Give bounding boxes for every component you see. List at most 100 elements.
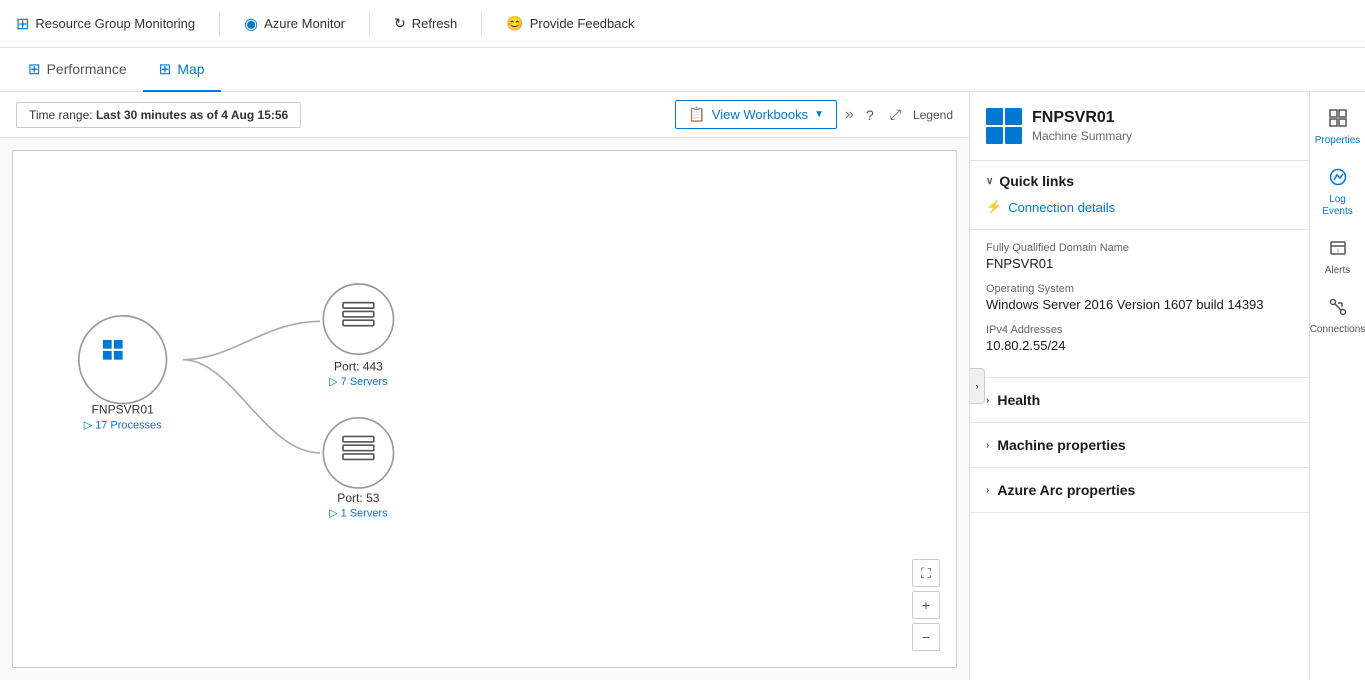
port-53-node[interactable] [323, 418, 393, 488]
log-events-side-label: Log Events [1314, 194, 1361, 218]
map-canvas: FNPSVR01 ▷ 17 Processes Port: 443 ▷ 7 Se… [12, 150, 957, 668]
port-443-node[interactable] [323, 284, 393, 354]
port-53-servers: ▷ 1 Servers [329, 507, 388, 519]
map-label: Map [177, 61, 204, 77]
view-workbooks-button[interactable]: 📋 View Workbooks ▼ [675, 100, 837, 129]
divider2 [369, 12, 370, 36]
win-q2 [1005, 108, 1022, 125]
time-range-label: Time range: [29, 108, 93, 122]
line-to-53 [183, 360, 320, 453]
chevron-right-icon: › [976, 381, 979, 391]
main-content: Time range: Last 30 minutes as of 4 Aug … [0, 92, 1365, 680]
win-logo-br [114, 351, 123, 360]
machine-props-arrow-icon: › [986, 440, 989, 451]
fqdn-value: FNPSVR01 [986, 256, 1293, 271]
view-workbooks-label: View Workbooks [712, 107, 808, 122]
ipv4-field: IPv4 Addresses 10.80.2.55/24 [986, 324, 1293, 353]
windows-logo [986, 108, 1022, 144]
ipv4-value: 10.80.2.55/24 [986, 338, 1293, 353]
quick-links-header: ∨ Quick links [986, 173, 1293, 189]
quick-links-label: Quick links [999, 173, 1074, 189]
connection-details-link[interactable]: ⚡ Connection details [986, 197, 1293, 217]
connection-details-label: Connection details [1008, 200, 1115, 215]
feedback-icon: 😊 [506, 15, 523, 32]
ipv4-label: IPv4 Addresses [986, 324, 1293, 336]
map-icon: ⊞ [159, 60, 172, 78]
server-name-label: FNPSVR01 [92, 402, 155, 416]
port-443-label: Port: 443 [334, 360, 383, 374]
top-bar: ⊞ Resource Group Monitoring ◉ Azure Moni… [0, 0, 1365, 48]
time-range-button[interactable]: Time range: Last 30 minutes as of 4 Aug … [16, 102, 301, 128]
map-controls: ⛶ + − [912, 559, 940, 651]
feedback-label: Provide Feedback [530, 16, 635, 31]
tab-map[interactable]: ⊞ Map [143, 48, 221, 92]
azure-monitor-link[interactable]: ◉ Azure Monitor [240, 14, 349, 34]
refresh-label: Refresh [412, 16, 458, 31]
refresh-button[interactable]: ↻ Refresh [390, 15, 461, 32]
win-q1 [986, 108, 1003, 125]
azure-monitor-label: Azure Monitor [264, 16, 345, 31]
win-q4 [1005, 127, 1022, 144]
divider [219, 12, 220, 36]
help-icon[interactable]: ? [862, 103, 878, 127]
time-range-value: Last 30 minutes as of 4 Aug 15:56 [96, 108, 288, 122]
log-events-side-button[interactable]: Log Events [1310, 159, 1365, 226]
performance-icon: ⊞ [28, 60, 41, 78]
port-53-label: Port: 53 [337, 491, 379, 505]
panel-expand-button[interactable]: › [969, 368, 985, 404]
azure-monitor-icon: ◉ [244, 14, 258, 34]
win-q3 [986, 127, 1003, 144]
health-section[interactable]: › Health [970, 378, 1309, 423]
side-icons-panel: Properties Log Events ! [1309, 92, 1365, 680]
port-443-servers: ▷ 7 Servers [329, 376, 388, 388]
tab-performance[interactable]: ⊞ Performance [12, 48, 143, 92]
map-toolbar-right: 📋 View Workbooks ▼ » ? ⤢ Legend [675, 100, 953, 129]
connections-icon [1328, 297, 1348, 322]
machine-details-section: Fully Qualified Domain Name FNPSVR01 Ope… [970, 230, 1309, 378]
azure-arc-label: Azure Arc properties [997, 482, 1135, 498]
quick-links-section: ∨ Quick links ⚡ Connection details [970, 161, 1309, 230]
fit-view-button[interactable]: ⛶ [912, 559, 940, 587]
connections-side-button[interactable]: Connections [1310, 289, 1365, 344]
app-title: Resource Group Monitoring [35, 16, 195, 31]
azure-arc-arrow-icon: › [986, 485, 989, 496]
machine-properties-section[interactable]: › Machine properties [970, 423, 1309, 468]
os-label: Operating System [986, 283, 1293, 295]
feedback-button[interactable]: 😊 Provide Feedback [502, 15, 638, 32]
workbooks-icon: 📋 [688, 106, 705, 123]
panel-header: FNPSVR01 Machine Summary [970, 92, 1309, 161]
refresh-icon: ↻ [394, 15, 406, 32]
map-area: Time range: Last 30 minutes as of 4 Aug … [0, 92, 969, 680]
machine-name: FNPSVR01 [1032, 109, 1132, 127]
dropdown-arrow-icon: ▼ [814, 109, 824, 120]
fullscreen-icon[interactable]: ⤢ [886, 102, 905, 127]
server-processes-label: ▷ 17 Processes [84, 420, 162, 432]
win-logo-tl [103, 340, 112, 349]
fqdn-label: Fully Qualified Domain Name [986, 242, 1293, 254]
win-logo-bl [103, 351, 112, 360]
quick-links-chevron: ∨ [986, 176, 993, 187]
plug-icon: ⚡ [986, 199, 1002, 215]
network-map: FNPSVR01 ▷ 17 Processes Port: 443 ▷ 7 Se… [13, 151, 956, 667]
resource-group-monitoring-link[interactable]: ⊞ Resource Group Monitoring [12, 14, 199, 34]
connections-side-label: Connections [1310, 324, 1365, 336]
properties-side-label: Properties [1315, 135, 1361, 147]
properties-icon [1328, 108, 1348, 133]
performance-label: Performance [47, 61, 127, 77]
azure-arc-section[interactable]: › Azure Arc properties [970, 468, 1309, 513]
machine-subtitle: Machine Summary [1032, 129, 1132, 143]
zoom-in-button[interactable]: + [912, 591, 940, 619]
machine-properties-label: Machine properties [997, 437, 1125, 453]
expand-chevron: » [845, 106, 854, 124]
line-to-443 [183, 321, 320, 359]
alerts-icon: ! [1328, 238, 1348, 263]
alerts-side-button[interactable]: ! Alerts [1310, 230, 1365, 285]
health-arrow-icon: › [986, 395, 989, 406]
alerts-side-label: Alerts [1325, 265, 1351, 277]
legend-label: Legend [913, 108, 953, 122]
properties-side-button[interactable]: Properties [1310, 100, 1365, 155]
fqdn-field: Fully Qualified Domain Name FNPSVR01 [986, 242, 1293, 271]
log-events-icon [1328, 167, 1348, 192]
zoom-out-button[interactable]: − [912, 623, 940, 651]
win-logo-tr [114, 340, 123, 349]
